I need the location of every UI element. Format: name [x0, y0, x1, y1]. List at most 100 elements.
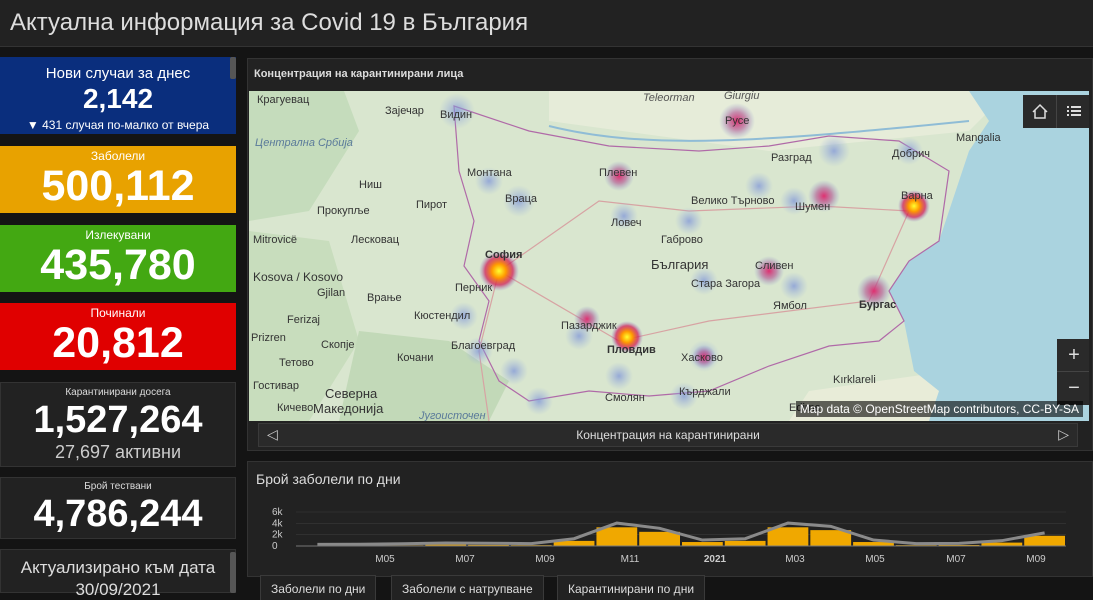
map-label-plovdiv: Пловдив	[607, 344, 656, 356]
heat-blob-gabrovo	[675, 207, 703, 235]
recovered-card: Излекувани 435,780	[0, 225, 236, 292]
map-label-haskovo: Хасково	[681, 352, 723, 364]
infected-card: Заболели 500,112	[0, 146, 236, 213]
map-canvas: Крагуевац Зајечар Видин Teleorman Giurgi…	[249, 91, 1089, 421]
map-label-montana: Монтана	[467, 167, 513, 179]
map-label-sliven: Сливен	[755, 260, 793, 272]
panel-scrollbar[interactable]	[230, 57, 236, 79]
quarantined-active: 27,697 активни	[1, 442, 235, 463]
heat-blob-blagoevgrad-south	[500, 357, 528, 385]
map-label-smolyan: Смолян	[605, 392, 645, 404]
map-label-stara-zagora: Стара Загора	[691, 278, 761, 290]
home-button[interactable]	[1023, 95, 1057, 128]
map-label-makedonija: Македонија	[313, 401, 384, 416]
updated-card: Актуализирано към дата 30/09/2021	[0, 549, 236, 593]
y-tick-label: 0	[272, 541, 278, 552]
heatmap-map[interactable]: Крагуевац Зајечар Видин Teleorman Giurgi…	[249, 91, 1089, 421]
bar-Mar-21[interactable]	[768, 527, 809, 546]
home-icon	[1023, 95, 1057, 128]
map-label-vratsa: Враца	[505, 193, 538, 205]
zoom-in-button[interactable]: +	[1057, 339, 1089, 372]
recovered-value: 435,780	[0, 244, 236, 287]
map-label-burgas: Бургас	[859, 299, 896, 311]
quarantined-value: 1,527,264	[1, 401, 235, 439]
map-label-gabrovo: Габрово	[661, 234, 703, 246]
infected-label: Заболели	[0, 146, 236, 163]
updated-date: 30/09/2021	[1, 580, 235, 600]
map-label-mangalia: Mangalia	[956, 132, 1002, 144]
map-label-giurgiu: Giurgiu	[724, 91, 759, 102]
updated-label: Актуализирано към дата	[1, 550, 235, 578]
map-panel: Концентрация на карантинирани лица	[247, 58, 1093, 451]
bar-Aug-21[interactable]	[981, 543, 1022, 546]
map-navigator: ◁ Концентрация на карантинирани ▷	[258, 423, 1078, 447]
map-label-pernik: Перник	[455, 282, 492, 294]
map-label-kichevo: Кичево	[277, 402, 313, 414]
tab-cumulative[interactable]: Заболели с натрупване	[391, 575, 544, 600]
x-tick-label: M09	[1026, 554, 1046, 565]
map-label-dobrich: Добрич	[892, 148, 930, 160]
map-label-yugoistochen: Југоисточен	[418, 410, 486, 421]
x-tick-label: M07	[946, 554, 966, 565]
infected-value: 500,112	[0, 165, 236, 208]
map-label-severna: Северна	[325, 386, 378, 401]
bar-Apr-21[interactable]	[810, 530, 851, 546]
bar-Dec-20[interactable]	[639, 532, 680, 546]
bar-Sep-21[interactable]	[1024, 536, 1065, 546]
chart-panel: Брой заболели по дни 6k4k2k0 M05M07M09M1…	[247, 461, 1093, 577]
tested-label: Брой тествани	[1, 478, 235, 492]
map-label-prizren: Prizren	[251, 332, 286, 344]
bar-Jan-21[interactable]	[682, 542, 723, 546]
map-label-kosovo: Kosova / Kosovo	[253, 270, 343, 284]
map-label-teleorman: Teleorman	[643, 92, 695, 104]
x-tick-label: M03	[785, 554, 805, 565]
map-label-leskovac: Лесковац	[351, 234, 400, 246]
map-label-mitrovice: Mitrovicë	[253, 234, 297, 246]
heat-blob-razgrad	[818, 135, 850, 167]
map-label-central-serbia: Централна Србија	[255, 137, 353, 149]
map-label-lovech: Ловеч	[611, 217, 642, 229]
deceased-label: Починали	[0, 303, 236, 320]
map-nav-label: Концентрация на карантинирани	[259, 428, 1077, 442]
map-label-gostivar: Гостивар	[253, 380, 299, 392]
map-label-veliko-tarnovo: Велико Търново	[691, 195, 775, 207]
panel-scrollbar-lower[interactable]	[230, 552, 236, 593]
map-label-pazardzhik: Пазарджик	[561, 320, 617, 332]
new-cases-delta: ▼ 431 случая по-малко от вчера	[0, 118, 236, 132]
new-cases-label: Нови случаи за днес	[0, 57, 236, 82]
tested-value: 4,786,244	[1, 495, 235, 533]
map-label-skopje: Скопје	[321, 339, 355, 351]
map-label-vidin: Видин	[440, 109, 472, 121]
x-tick-label: M09	[535, 554, 555, 565]
map-label-ferizaj: Ferizaj	[287, 314, 320, 326]
map-label-kochani: Кочани	[397, 352, 433, 364]
map-label-kraguevac: Крагуевац	[257, 94, 310, 106]
deceased-card: Починали 20,812	[0, 303, 236, 370]
map-label-yambol: Ямбол	[773, 300, 807, 312]
daily-cases-chart: 6k4k2k0 M05M07M09M112021M03M05M07M09	[248, 486, 1092, 576]
tab-quarantined-daily[interactable]: Карантинирани по дни	[557, 575, 705, 600]
map-label-nish: Ниш	[359, 179, 382, 191]
map-label-prokuplje: Прокупље	[317, 205, 370, 217]
x-tick-label: M11	[621, 554, 640, 565]
quarantined-label: Карантинирани досега	[1, 383, 235, 398]
legend-button[interactable]	[1057, 95, 1089, 128]
bar-Nov-20[interactable]	[596, 527, 637, 546]
map-label-kirklareli: Kırklareli	[833, 374, 876, 386]
map-label-bulgaria: България	[651, 257, 708, 272]
heat-blob-smolyan	[525, 387, 553, 415]
map-label-blagoevgrad: Благоевград	[451, 340, 516, 352]
y-tick-label: 2k	[272, 530, 284, 541]
heat-blob-rhodopes	[605, 362, 633, 390]
bar-Feb-21[interactable]	[725, 541, 766, 546]
chart-title: Брой заболели по дни	[256, 471, 401, 487]
average-line	[317, 523, 1044, 544]
tab-daily[interactable]: Заболели по дни	[260, 575, 376, 600]
next-arrow-icon[interactable]: ▷	[1058, 426, 1069, 443]
new-cases-value: 2,142	[0, 85, 236, 113]
map-label-gjilan: Gjilan	[317, 287, 345, 299]
map-label-razgrad: Разград	[771, 152, 812, 164]
x-tick-label: M05	[865, 554, 885, 565]
heat-blob-yambol	[780, 272, 808, 300]
header-bar: Актуална информация за Covid 19 в Българ…	[0, 0, 1093, 47]
